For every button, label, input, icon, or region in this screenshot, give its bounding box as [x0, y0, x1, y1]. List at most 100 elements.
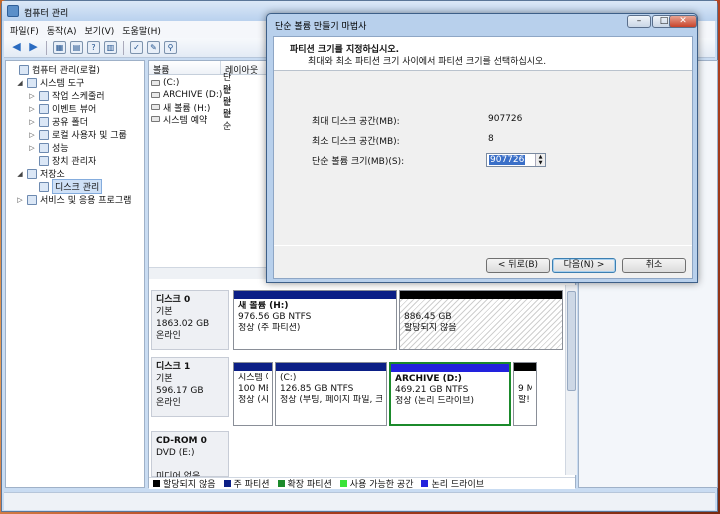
tree-node-label: 장치 관리자	[52, 157, 97, 167]
tree-expander[interactable]: ▷	[28, 118, 36, 126]
volume-size-label: 단순 볼륨 크기(MB)(S):	[312, 157, 405, 167]
legend-label: 할당되지 않음	[163, 480, 216, 490]
legend-swatch	[153, 480, 160, 487]
search-icon[interactable]: ⚲	[164, 41, 177, 54]
tree-node-local-users[interactable]: ▷ 로컬 사용자 및 그룹	[28, 128, 127, 141]
services-icon	[27, 194, 37, 205]
legend-swatch	[277, 480, 285, 487]
tree-node-performance[interactable]: ▷ 성능	[28, 141, 69, 154]
performance-icon	[39, 142, 49, 153]
tree-expander[interactable]: ◢	[16, 79, 24, 87]
tree-node-computer-management[interactable]: 컴퓨터 관리(로컬)	[8, 63, 100, 76]
tree-expander[interactable]: ▷	[28, 144, 36, 152]
legend: 할당되지 않음 주 파티션 확장 파티션 사용 가능한 공간 논리 드라이브	[149, 477, 575, 490]
cancel-button[interactable]: 취소	[622, 258, 686, 273]
computer-icon	[19, 64, 29, 75]
partition-c[interactable]: (C:) 126.85 GB NTFS 정상 (부팅, 페이지 파일, 크	[275, 362, 387, 426]
tree-expander[interactable]: ▷	[28, 105, 36, 113]
partition-status: 정상 (부팅, 페이지 파일, 크	[280, 395, 382, 405]
partition-name: ARCHIVE (D:)	[395, 374, 462, 384]
volume-row[interactable]: 새 볼륨 (H:) 단순	[151, 97, 231, 120]
unallocated-bar	[400, 291, 562, 299]
max-disk-space-label: 최대 디스크 공간(MB):	[312, 117, 400, 127]
unallocated-bar	[514, 363, 536, 371]
legend-item: 주 파티션	[223, 479, 270, 490]
checkmark-icon[interactable]: ✓	[130, 41, 143, 54]
disk-type: 기본	[156, 307, 173, 317]
partition-name: 시스템 예	[238, 373, 268, 383]
tree-node-task-scheduler[interactable]: ▷ 작업 스케줄러	[28, 89, 105, 102]
partition-new-volume-h[interactable]: 새 볼륨 (H:) 976.56 GB NTFS 정상 (주 파티션)	[233, 290, 397, 350]
min-disk-space-value: 8	[488, 134, 494, 144]
up-level-icon[interactable]: ▦	[53, 41, 66, 54]
volume-name: (C:)	[163, 78, 180, 88]
tree-node-event-viewer[interactable]: ▷ 이벤트 뷰어	[28, 102, 96, 115]
volume-row[interactable]: (C:) 단순	[151, 73, 231, 96]
tree-node-label: 작업 스케줄러	[52, 92, 105, 102]
disk-name: 디스크 1	[156, 362, 191, 372]
legend-item: 할당되지 않음	[153, 479, 216, 490]
storage-icon	[27, 168, 37, 179]
next-button[interactable]: 다음(N) >	[552, 258, 616, 273]
partition-status: 할당되지 않음	[404, 323, 457, 333]
menu-action[interactable]: 동작(A)	[47, 24, 77, 37]
computer-management-icon	[7, 5, 19, 17]
primary-partition-bar	[234, 291, 396, 299]
volume-row[interactable]: ARCHIVE (D:) 단순	[151, 85, 231, 108]
back-button[interactable]: < 뒤로(B)	[486, 258, 550, 273]
disk-0-label[interactable]: 디스크 0 기본 1863.02 GB 온라인	[151, 290, 229, 350]
tree-node-label: 성능	[52, 144, 69, 154]
disk-type: 기본	[156, 374, 173, 384]
legend-label: 확장 파티션	[287, 480, 332, 490]
tree-expander[interactable]: ◢	[16, 170, 24, 178]
disk-size: 1863.02 GB	[156, 319, 210, 329]
partition-name: 새 볼륨 (H:)	[238, 301, 289, 311]
wizard-title: 단순 볼륨 만들기 마법사	[275, 22, 367, 32]
tree-node-device-manager[interactable]: 장치 관리자	[28, 154, 96, 167]
tree-node-shared-folders[interactable]: ▷ 공유 폴더	[28, 115, 88, 128]
partition-size: 886.45 GB	[404, 312, 452, 322]
wizard-close-button[interactable]: ✕	[669, 15, 697, 28]
partition-archive-d[interactable]: ARCHIVE (D:) 469.21 GB NTFS 정상 (논리 드라이브)	[389, 362, 511, 426]
legend-item: 논리 드라이브	[421, 479, 484, 490]
tree-node-services-applications[interactable]: ▷ 서비스 및 응용 프로그램	[16, 193, 131, 206]
legend-item: 사용 가능한 공간	[339, 479, 414, 490]
vertical-scrollbar[interactable]	[565, 285, 577, 475]
tree-node-system-tools[interactable]: ◢ 시스템 도구	[16, 76, 84, 89]
tree-expander[interactable]: ▷	[28, 131, 36, 139]
scrollbar-thumb[interactable]	[567, 291, 576, 391]
status-bar	[4, 492, 715, 510]
tree-expander[interactable]: ▷	[28, 92, 36, 100]
tree-expander[interactable]: ▷	[16, 196, 24, 204]
menu-file[interactable]: 파일(F)	[10, 24, 39, 37]
disk-status: 온라인	[156, 398, 181, 408]
volume-size-input[interactable]: 907726	[489, 155, 526, 165]
forward-arrow-icon[interactable]: ▶	[27, 41, 40, 54]
disk-1-label[interactable]: 디스크 1 기본 596.17 GB 온라인	[151, 357, 229, 417]
volume-row[interactable]: 시스템 예약 단순	[151, 109, 231, 132]
unallocated-space[interactable]: 886.45 GB 할당되지 않음	[399, 290, 563, 350]
partition-system-reserved[interactable]: 시스템 예100 MB정상 (시	[233, 362, 273, 426]
tree-node-label: 컴퓨터 관리(로컬)	[32, 66, 100, 76]
volume-name: 시스템 예약	[163, 115, 208, 126]
volume-size-stepper[interactable]: 907726 ▲ ▼	[486, 153, 546, 167]
spin-down-icon[interactable]: ▼	[535, 160, 545, 166]
menu-view[interactable]: 보기(V)	[85, 24, 115, 37]
drive-icon	[151, 92, 160, 98]
tree-node-disk-management[interactable]: 디스크 관리	[28, 179, 103, 194]
tree-node-label: 로컬 사용자 및 그룹	[52, 131, 127, 141]
partition-unallocated-small[interactable]: 9 M할!	[513, 362, 537, 426]
menu-help[interactable]: 도움말(H)	[122, 24, 161, 37]
navigation-tree: 컴퓨터 관리(로컬) ◢ 시스템 도구 ▷ 작업 스케줄러 ▷ 이벤트 뷰어 ▷ 공유 …	[5, 60, 145, 488]
wizard-minimize-button[interactable]: –	[627, 15, 651, 28]
cdrom-0-label[interactable]: CD-ROM 0 DVD (E:) 미디어 없음	[151, 431, 229, 482]
properties-icon[interactable]: ✎	[147, 41, 160, 54]
show-hide-tree-icon[interactable]: ▤	[70, 41, 83, 54]
back-arrow-icon[interactable]: ◀	[10, 41, 23, 54]
column-header-volume[interactable]: 볼륨	[149, 61, 221, 76]
help-icon[interactable]: ?	[87, 41, 100, 54]
clock-icon	[39, 90, 49, 101]
disk-name: CD-ROM 0	[156, 436, 207, 446]
legend-label: 사용 가능한 공간	[349, 480, 414, 490]
console-icon[interactable]: ▥	[104, 41, 117, 54]
